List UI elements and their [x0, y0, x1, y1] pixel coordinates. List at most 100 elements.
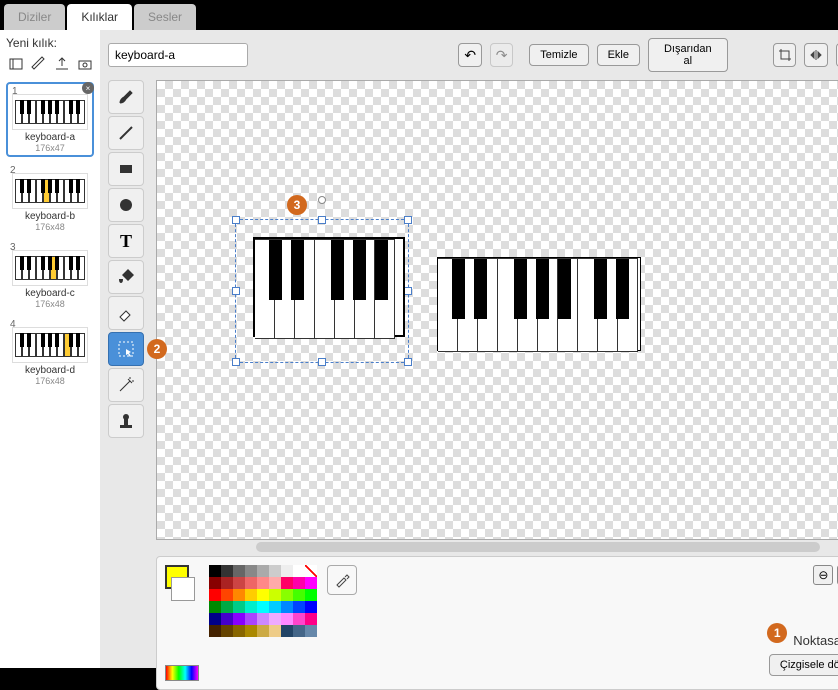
resize-handle[interactable]	[232, 358, 240, 366]
resize-handle[interactable]	[318, 216, 326, 224]
palette-color[interactable]	[233, 625, 245, 637]
palette-color[interactable]	[269, 625, 281, 637]
palette-color[interactable]	[293, 625, 305, 637]
palette-color[interactable]	[245, 565, 257, 577]
brush-tool[interactable]	[108, 80, 144, 114]
palette-color[interactable]	[293, 601, 305, 613]
paint-icon[interactable]	[29, 54, 48, 74]
palette-color[interactable]	[281, 565, 293, 577]
background-color[interactable]	[171, 577, 195, 601]
tab-costumes[interactable]: Kılıklar	[67, 4, 132, 30]
palette-color[interactable]	[305, 613, 317, 625]
convert-button[interactable]: Çizgisele dönüştür	[769, 654, 838, 676]
undo-button[interactable]: ↶	[458, 43, 481, 67]
palette-color[interactable]	[269, 577, 281, 589]
scrollbar-horizontal[interactable]	[256, 542, 820, 552]
palette-color[interactable]	[281, 613, 293, 625]
palette-color[interactable]	[245, 625, 257, 637]
rect-tool[interactable]	[108, 152, 144, 186]
zoom-out-button[interactable]: ⊖	[813, 565, 833, 585]
ellipse-tool[interactable]	[108, 188, 144, 222]
palette-color[interactable]	[245, 577, 257, 589]
palette-color[interactable]	[257, 601, 269, 613]
palette-color[interactable]	[305, 625, 317, 637]
palette-color[interactable]	[221, 625, 233, 637]
select-tool[interactable]: 2	[108, 332, 144, 366]
palette-color[interactable]	[281, 625, 293, 637]
fill-tool[interactable]	[108, 260, 144, 294]
library-icon[interactable]	[6, 54, 25, 74]
palette-color[interactable]	[221, 565, 233, 577]
add-button[interactable]: Ekle	[597, 44, 640, 66]
line-tool[interactable]	[108, 116, 144, 150]
palette-color[interactable]	[305, 589, 317, 601]
costume-item[interactable]: 4 keyboard-d 176x48	[6, 317, 94, 388]
rotate-handle[interactable]	[318, 196, 326, 204]
palette-color[interactable]	[281, 577, 293, 589]
palette-color[interactable]	[293, 565, 305, 577]
palette-color[interactable]	[209, 625, 221, 637]
palette-color[interactable]	[245, 589, 257, 601]
palette-color[interactable]	[305, 577, 317, 589]
resize-handle[interactable]	[232, 216, 240, 224]
flip-h-icon[interactable]	[804, 43, 827, 67]
palette-color[interactable]	[269, 613, 281, 625]
eraser-tool[interactable]	[108, 296, 144, 330]
upload-icon[interactable]	[52, 54, 71, 74]
palette-color[interactable]	[233, 565, 245, 577]
costume-item[interactable]: 3 keyboard-c 176x48	[6, 240, 94, 311]
palette-color[interactable]	[233, 601, 245, 613]
redo-button[interactable]: ↷	[490, 43, 513, 67]
palette-color[interactable]	[245, 601, 257, 613]
palette-color[interactable]	[209, 577, 221, 589]
palette-color[interactable]	[221, 577, 233, 589]
keyboard-left[interactable]	[253, 237, 405, 337]
palette-color[interactable]	[281, 601, 293, 613]
palette-color[interactable]	[305, 565, 317, 577]
eyedropper-tool[interactable]	[327, 565, 357, 595]
palette-color[interactable]	[221, 589, 233, 601]
palette-color[interactable]	[245, 613, 257, 625]
text-tool[interactable]: T	[108, 224, 144, 258]
canvas[interactable]: 3	[156, 80, 838, 540]
import-button[interactable]: Dışarıdan al	[648, 38, 728, 72]
palette-color[interactable]	[269, 601, 281, 613]
palette-color[interactable]	[257, 589, 269, 601]
resize-handle[interactable]	[404, 358, 412, 366]
costume-item[interactable]: 2 keyboard-b 176x48	[6, 163, 94, 234]
palette-color[interactable]	[257, 565, 269, 577]
tab-sounds[interactable]: Sesler	[134, 4, 196, 30]
palette-color[interactable]	[257, 613, 269, 625]
camera-icon[interactable]	[75, 54, 94, 74]
resize-handle[interactable]	[232, 287, 240, 295]
clear-button[interactable]: Temizle	[529, 44, 588, 66]
palette-color[interactable]	[281, 589, 293, 601]
crop-icon[interactable]	[773, 43, 796, 67]
palette-color[interactable]	[221, 613, 233, 625]
palette-color[interactable]	[233, 577, 245, 589]
palette-color[interactable]	[293, 589, 305, 601]
resize-handle[interactable]	[318, 358, 326, 366]
close-icon[interactable]: ×	[82, 82, 94, 94]
palette-color[interactable]	[209, 565, 221, 577]
palette-color[interactable]	[305, 601, 317, 613]
costume-name-input[interactable]	[108, 43, 248, 67]
palette-color[interactable]	[209, 601, 221, 613]
palette-color[interactable]	[209, 613, 221, 625]
gradient-picker[interactable]	[165, 665, 199, 681]
palette-color[interactable]	[293, 577, 305, 589]
resize-handle[interactable]	[404, 287, 412, 295]
keyboard-right[interactable]	[437, 257, 641, 351]
palette-color[interactable]	[209, 589, 221, 601]
palette-color[interactable]	[269, 589, 281, 601]
palette-color[interactable]	[257, 577, 269, 589]
resize-handle[interactable]	[404, 216, 412, 224]
palette-color[interactable]	[233, 589, 245, 601]
palette-color[interactable]	[269, 565, 281, 577]
tab-scripts[interactable]: Diziler	[4, 4, 65, 30]
palette-color[interactable]	[257, 625, 269, 637]
costume-item[interactable]: 1 × keyboard-a 176x47	[6, 82, 94, 157]
palette-color[interactable]	[293, 613, 305, 625]
palette-color[interactable]	[221, 601, 233, 613]
stamp-tool[interactable]	[108, 404, 144, 438]
